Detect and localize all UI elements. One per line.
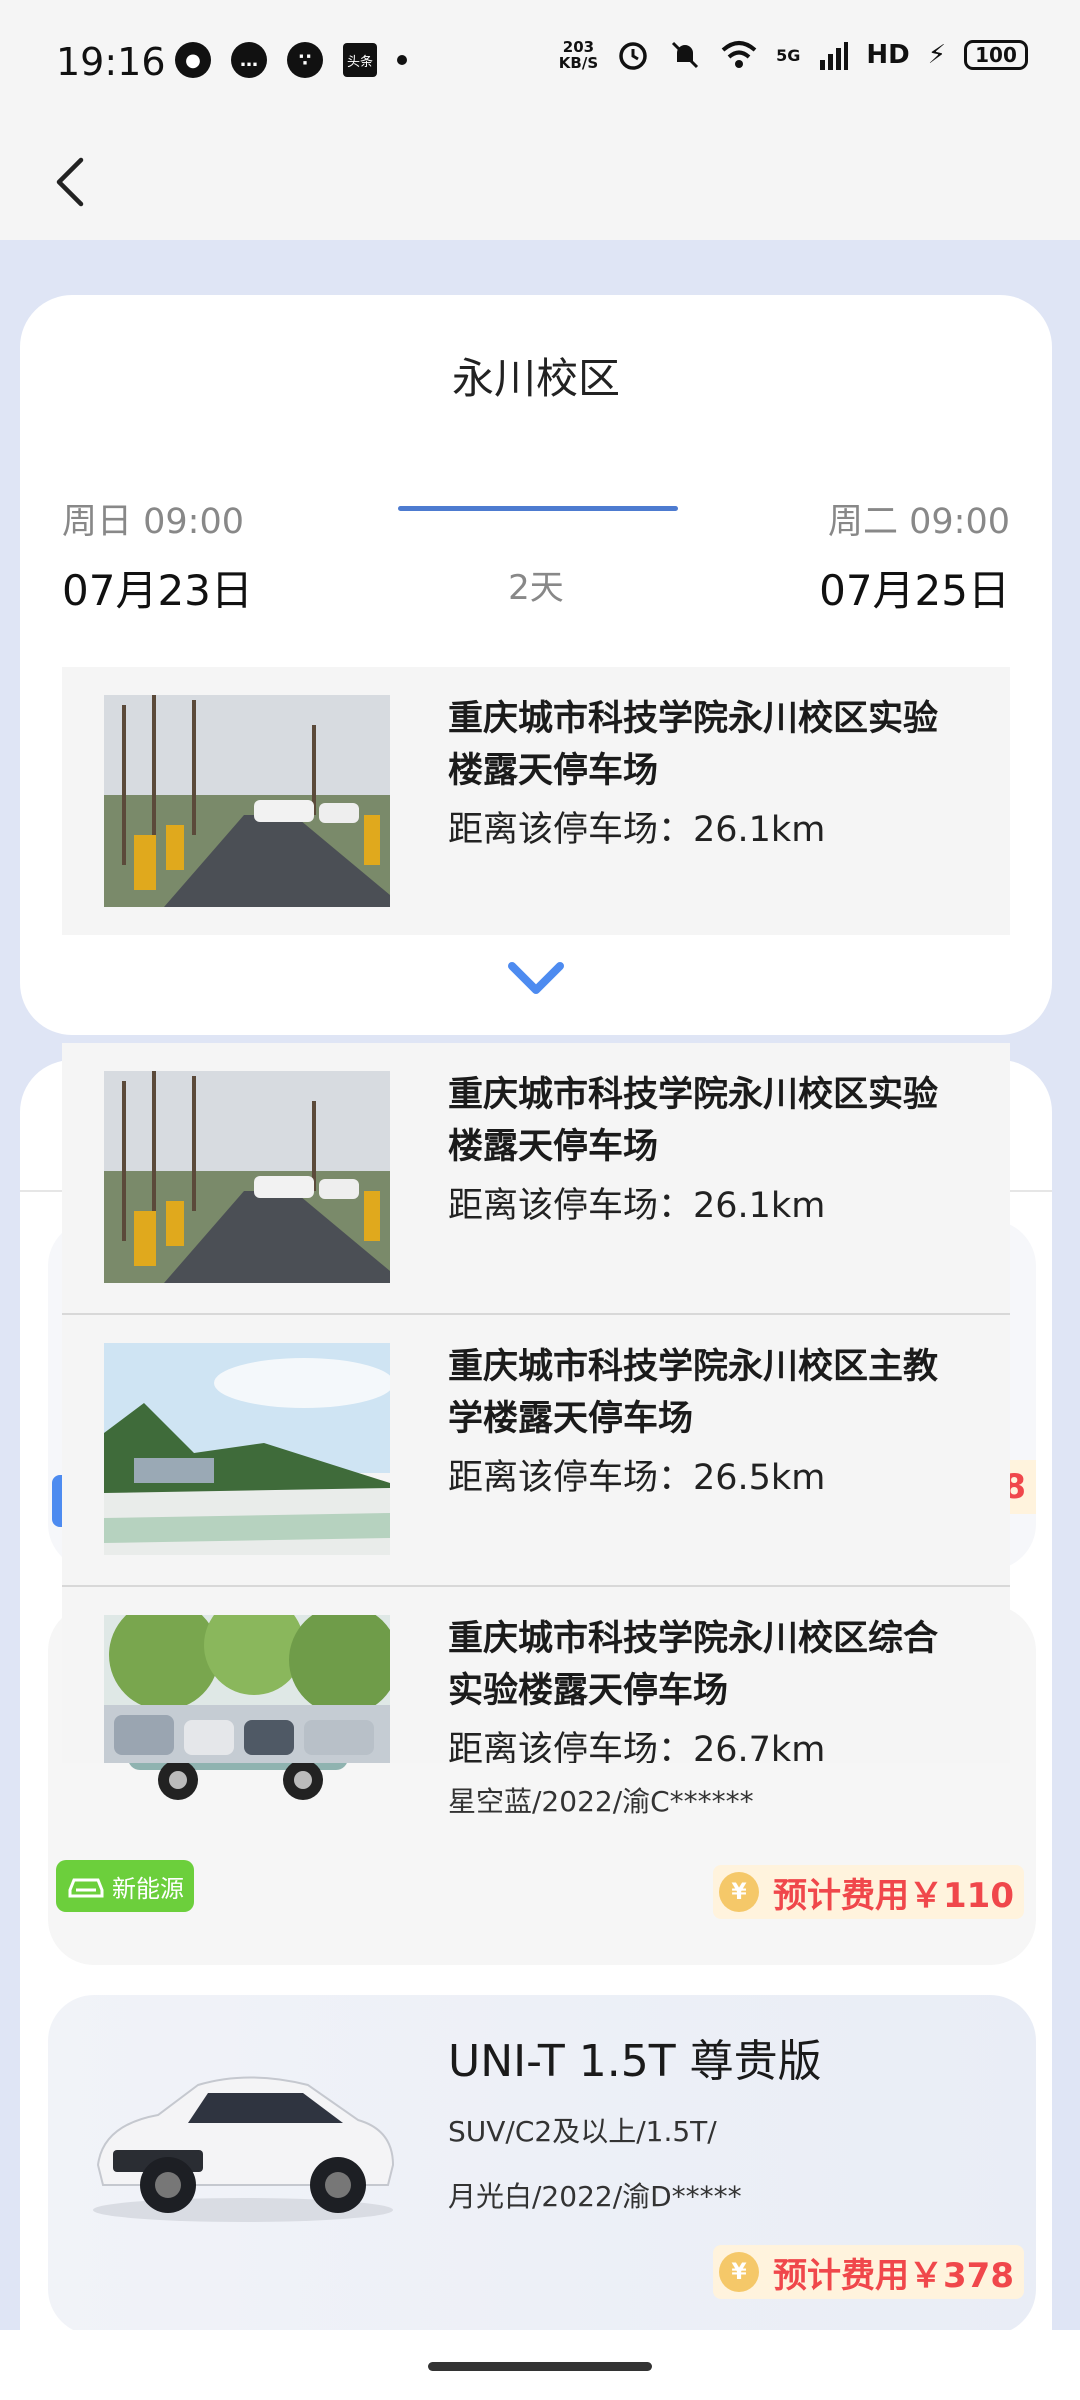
parking-lot-photo xyxy=(104,695,390,907)
home-indicator[interactable] xyxy=(428,2362,652,2371)
back-button[interactable] xyxy=(40,147,100,217)
more-notifications-icon xyxy=(397,55,407,65)
notification-icons: ● … ∵ 头条 xyxy=(175,42,407,78)
parking-lot-dropdown[interactable]: 重庆城市科技学院永川校区实验楼露天停车场 距离该停车场：26.1km 重庆城市科… xyxy=(62,1043,1010,1763)
top-nav-bar xyxy=(0,125,1080,240)
fee-label: 预计费用￥110 xyxy=(773,1875,1014,1916)
estimated-fee: ¥ 预计费用￥110 xyxy=(713,1865,1024,1919)
new-energy-badge: 新能源 xyxy=(56,1860,194,1912)
net-speed-unit: KB/S xyxy=(558,54,599,72)
parking-lot-name: 重庆城市科技学院永川校区综合实验楼露天停车场 xyxy=(448,1619,939,1711)
back-arrow-icon xyxy=(56,157,84,207)
car-spec-color: 月光白/2022/渝D***** xyxy=(448,2180,742,2213)
end-date[interactable]: 07月25日 xyxy=(819,557,1010,618)
system-icons: 203 KB/S 5G HD ⚡ 100 xyxy=(559,38,1028,72)
hd-indicator: HD xyxy=(866,40,910,70)
campus-title: 永川校区 xyxy=(451,354,620,403)
parking-lot-option[interactable]: 重庆城市科技学院永川校区主教学楼露天停车场 距离该停车场：26.5km xyxy=(62,1315,1010,1587)
estimated-fee: ¥ 预计费用￥378 xyxy=(713,2245,1024,2299)
end-day[interactable]: 周二 09:00 xyxy=(828,493,1010,544)
alarm-icon xyxy=(619,42,647,70)
net-speed-value: 203 xyxy=(562,38,595,56)
net-speed: 203 KB/S xyxy=(559,39,598,71)
battery-indicator: 100 xyxy=(964,40,1028,70)
car-spec-type: SUV/C2及以上/1.5T/ xyxy=(448,2115,717,2148)
parking-lot-photo xyxy=(104,1071,390,1283)
parking-lot-distance: 距离该停车场：26.1km xyxy=(448,810,826,850)
message-icon: … xyxy=(231,42,267,78)
car-image xyxy=(93,2076,395,2222)
status-bar: 19:16 ● … ∵ 头条 203 KB/S 5G HD ⚡ 100 xyxy=(0,0,1080,125)
car-card[interactable]: UNI-T 1.5T 尊贵版 SUV/C2及以上/1.5T/ 月光白/2022/… xyxy=(48,1995,1036,2335)
badge-label: 新能源 xyxy=(112,1874,184,1903)
car-icon xyxy=(68,1878,104,1898)
parking-lot-name: 重庆城市科技学院永川校区实验楼露天停车场 xyxy=(448,699,939,791)
parking-lot-distance: 距离该停车场：26.5km xyxy=(448,1458,826,1498)
car-spec-color: 星空蓝/2022/渝C****** xyxy=(448,1785,754,1818)
selected-parking-lot[interactable]: 重庆城市科技学院永川校区实验楼露天停车场 距离该停车场：26.1km xyxy=(62,667,1010,935)
network-type: 5G xyxy=(776,45,801,65)
signal-icon xyxy=(820,42,849,70)
status-time: 19:16 xyxy=(56,40,166,84)
parking-lot-distance: 距离该停车场：26.1km xyxy=(448,1186,826,1226)
yuan-coin-icon: ¥ xyxy=(719,1872,760,1912)
parking-lot-distance: 距离该停车场：26.7km xyxy=(448,1730,826,1763)
fee-label: 预计费用￥378 xyxy=(773,2255,1014,2296)
parking-lot-name: 重庆城市科技学院永川校区实验楼露天停车场 xyxy=(448,1075,939,1167)
toutiao-icon: 头条 xyxy=(343,43,377,77)
mute-icon xyxy=(672,41,699,69)
chat-icon: ● xyxy=(175,42,211,78)
parking-lot-name: 重庆城市科技学院永川校区主教学楼露天停车场 xyxy=(448,1347,939,1439)
start-day[interactable]: 周日 09:00 xyxy=(62,493,244,544)
wechat-icon: ∵ xyxy=(287,42,323,78)
yuan-coin-icon: ¥ xyxy=(719,2252,760,2292)
booking-summary-card: 永川校区 周日 09:00 07月23日 2天 周二 09:00 07月25日 … xyxy=(20,295,1052,1035)
parking-lot-option[interactable]: 重庆城市科技学院永川校区实验楼露天停车场 距离该停车场：26.1km xyxy=(62,1043,1010,1315)
date-range-line xyxy=(398,506,678,511)
charging-icon: ⚡ xyxy=(927,40,946,70)
parking-lot-photo xyxy=(104,1343,390,1555)
chevron-down-icon[interactable] xyxy=(506,960,566,996)
wifi-icon xyxy=(721,41,757,68)
parking-lot-option[interactable]: 重庆城市科技学院永川校区综合实验楼露天停车场 距离该停车场：26.7km xyxy=(62,1587,1010,1763)
car-model-name: UNI-T 1.5T 尊贵版 xyxy=(448,2036,822,2087)
parking-lot-photo xyxy=(104,1615,390,1763)
